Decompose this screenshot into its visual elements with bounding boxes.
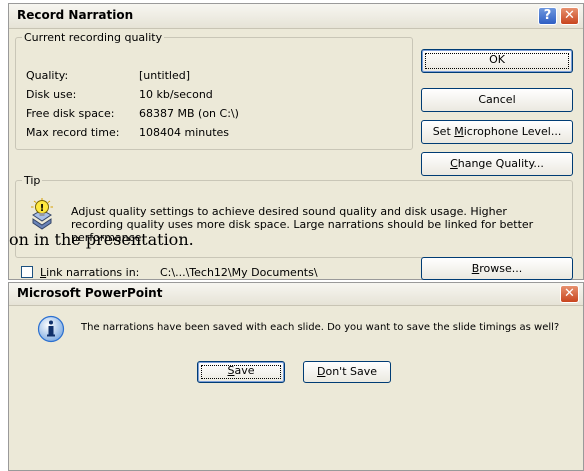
browse-button[interactable]: Browse... [421,257,573,280]
help-button[interactable]: ? [538,7,557,25]
title-bar: Record Narration ? ✕ [9,4,583,29]
link-narrations-label: Link narrations in: [40,266,140,279]
ok-button[interactable]: OK [421,49,573,73]
free-space-value: 68387 MB (on C:\) [139,107,239,120]
quality-group-legend: Current recording quality [24,31,163,44]
max-time-value: 108404 minutes [139,126,230,139]
link-path: C:\...\Tech12\My Documents\ [160,266,318,279]
dont-save-button[interactable]: Don't Save [303,361,391,383]
quality-label: Quality: [26,69,69,82]
focus-rect [201,365,281,379]
set-microphone-level-button[interactable]: Set Microphone Level... [421,120,573,144]
change-quality-button[interactable]: Change Quality... [421,152,573,176]
quality-value: [untitled] [139,69,191,82]
focus-rect [425,53,569,69]
tip-group-legend: Tip [24,174,41,187]
link-narrations-checkbox[interactable] [21,266,33,278]
lightbulb-tip-icon: ! [31,198,53,230]
disk-use-label: Disk use: [26,88,77,101]
save-button[interactable]: Save [197,361,285,383]
dialog-title: Record Narration [17,8,134,22]
free-space-label: Free disk space: [26,107,115,120]
cancel-button[interactable]: Cancel [421,88,573,112]
caption-text: on in the presentation. [9,230,194,249]
powerpoint-message-dialog: Microsoft PowerPoint ✕ The narrations ha… [8,282,584,471]
close-button[interactable]: ✕ [560,285,579,303]
close-button[interactable]: ✕ [560,7,579,25]
message-text: The narrations have been saved with each… [81,322,560,333]
help-icon: ? [543,8,552,23]
max-time-label: Max record time: [26,126,120,139]
dialog-title: Microsoft PowerPoint [17,286,163,300]
title-bar: Microsoft PowerPoint ✕ [9,283,583,306]
close-icon: ✕ [564,8,575,23]
info-icon [37,315,65,343]
disk-use-value: 10 kb/second [139,88,213,101]
close-icon: ✕ [564,286,575,301]
svg-text:!: ! [40,203,45,214]
